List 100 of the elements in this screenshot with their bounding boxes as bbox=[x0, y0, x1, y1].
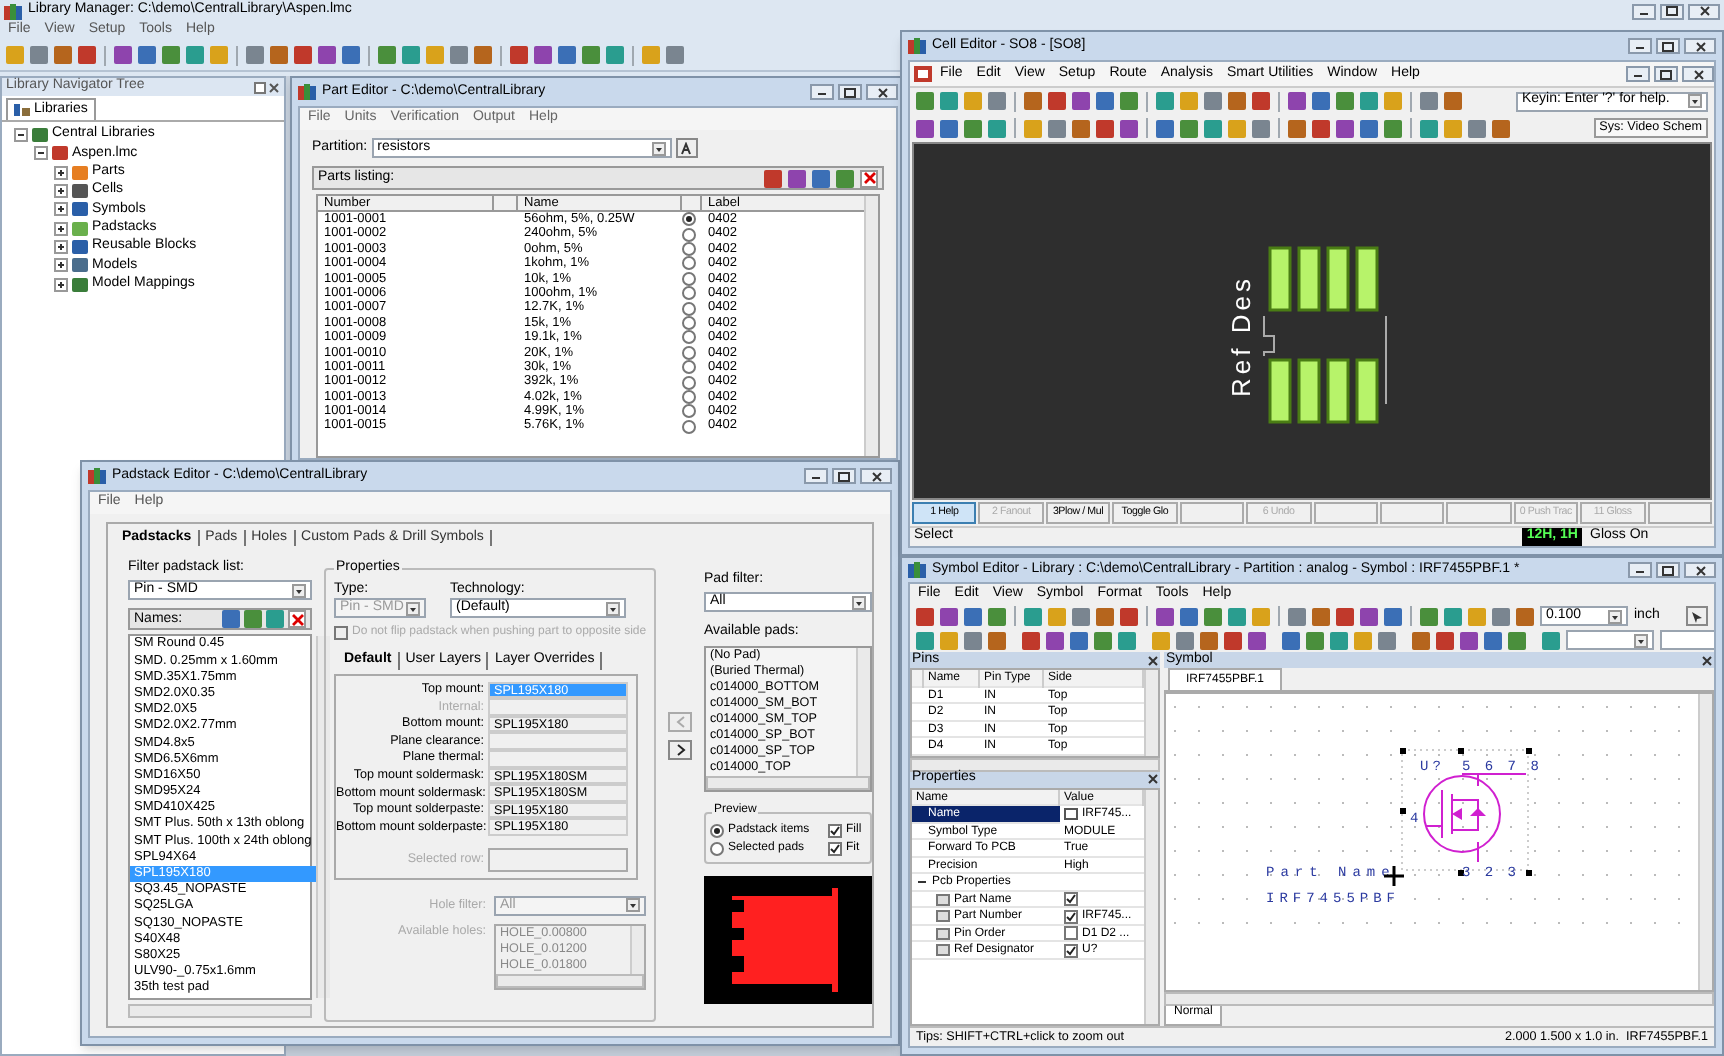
node-icon bbox=[72, 239, 88, 254]
minimize-button[interactable] bbox=[804, 468, 828, 484]
checkbox[interactable] bbox=[828, 842, 842, 857]
caret-icon bbox=[292, 583, 306, 598]
radio-button[interactable] bbox=[682, 241, 696, 256]
function-key[interactable] bbox=[1647, 502, 1712, 524]
radio-button[interactable] bbox=[682, 345, 696, 360]
close-button[interactable] bbox=[866, 84, 898, 100]
minimize-icon bbox=[810, 472, 822, 480]
close-button[interactable] bbox=[860, 468, 892, 484]
close-icon bbox=[1702, 655, 1712, 665]
node-icon bbox=[72, 165, 88, 180]
close-button[interactable] bbox=[1684, 562, 1716, 578]
minimize-icon bbox=[1638, 7, 1650, 15]
cross-icon bbox=[291, 613, 303, 626]
expand-icon[interactable] bbox=[54, 239, 68, 254]
pointer-icon bbox=[1690, 609, 1704, 623]
radio-button[interactable] bbox=[682, 301, 696, 316]
maximize-button[interactable] bbox=[832, 468, 856, 484]
radio-button[interactable] bbox=[710, 842, 724, 857]
maximize-button[interactable] bbox=[1660, 3, 1684, 19]
checkbox[interactable] bbox=[1064, 909, 1078, 924]
radio-button[interactable] bbox=[682, 389, 696, 404]
scrollbar[interactable] bbox=[1164, 992, 1714, 1006]
radio-button[interactable] bbox=[682, 271, 696, 286]
scrollbar[interactable] bbox=[630, 925, 644, 974]
scrollbar[interactable] bbox=[1144, 789, 1158, 1024]
radio-button[interactable] bbox=[682, 256, 696, 271]
collapse-icon[interactable] bbox=[14, 128, 28, 143]
scrollbar[interactable] bbox=[864, 196, 878, 456]
scrollbar[interactable] bbox=[856, 647, 870, 776]
expand-icon[interactable] bbox=[54, 277, 68, 292]
minimize-button[interactable] bbox=[1626, 66, 1650, 82]
minimize-icon bbox=[1634, 566, 1646, 574]
node-icon bbox=[52, 146, 68, 161]
partition-button[interactable] bbox=[675, 138, 698, 158]
collapse-icon[interactable] bbox=[34, 146, 48, 161]
letter-icon bbox=[679, 141, 694, 155]
collapse-icon[interactable] bbox=[916, 876, 928, 889]
close-icon bbox=[1699, 6, 1709, 16]
caret-icon bbox=[406, 601, 420, 616]
close-button[interactable] bbox=[1684, 38, 1716, 54]
scrollbar[interactable] bbox=[496, 973, 644, 988]
minimize-button[interactable] bbox=[1628, 38, 1652, 54]
delete-button[interactable] bbox=[860, 169, 878, 187]
radio-button[interactable] bbox=[682, 404, 696, 419]
minimize-icon bbox=[1634, 42, 1646, 50]
expand-icon[interactable] bbox=[54, 165, 68, 180]
radio-button[interactable] bbox=[682, 227, 696, 242]
caret-icon bbox=[606, 601, 620, 616]
radio-button[interactable] bbox=[682, 360, 696, 375]
checkbox[interactable] bbox=[1064, 926, 1078, 941]
close-button[interactable] bbox=[1682, 66, 1714, 82]
maximize-icon bbox=[838, 471, 850, 481]
close-button[interactable] bbox=[1688, 3, 1720, 19]
minimize-button[interactable] bbox=[1632, 3, 1656, 19]
maximize-button[interactable] bbox=[1656, 562, 1680, 578]
expand-icon[interactable] bbox=[54, 202, 68, 217]
scrollbar[interactable] bbox=[1144, 670, 1158, 755]
radio-button[interactable] bbox=[682, 375, 696, 389]
close-icon bbox=[1695, 565, 1705, 575]
node-icon bbox=[72, 221, 88, 236]
minimize-button[interactable] bbox=[1628, 562, 1652, 578]
function-key[interactable] bbox=[1179, 502, 1245, 524]
maximize-button[interactable] bbox=[838, 84, 862, 100]
radio-button[interactable] bbox=[682, 419, 696, 434]
scrollbar[interactable] bbox=[706, 775, 870, 790]
expand-icon[interactable] bbox=[54, 258, 68, 273]
radio-button[interactable] bbox=[682, 315, 696, 330]
cross-icon bbox=[863, 172, 875, 184]
checkbox[interactable] bbox=[828, 823, 842, 838]
move-right-button[interactable] bbox=[668, 740, 692, 760]
minimize-button[interactable] bbox=[810, 84, 834, 100]
radio-button[interactable] bbox=[682, 286, 696, 301]
chevron-left-icon bbox=[675, 716, 685, 728]
radio-button[interactable] bbox=[710, 823, 724, 838]
maximize-icon bbox=[1666, 6, 1678, 16]
scrollbar[interactable] bbox=[1698, 694, 1712, 990]
library-icon bbox=[14, 104, 30, 116]
minimize-icon bbox=[1632, 70, 1644, 78]
delete-button[interactable] bbox=[288, 610, 306, 629]
function-key[interactable] bbox=[1446, 502, 1512, 524]
function-key[interactable] bbox=[1313, 502, 1378, 524]
layer-field[interactable] bbox=[488, 732, 628, 750]
style-dropdown[interactable] bbox=[1566, 630, 1654, 650]
maximize-button[interactable] bbox=[1654, 66, 1678, 82]
node-icon bbox=[72, 202, 88, 217]
selected-row-field[interactable] bbox=[488, 847, 628, 872]
maximize-button[interactable] bbox=[1656, 38, 1680, 54]
checkbox[interactable] bbox=[1064, 943, 1078, 958]
radio-button[interactable] bbox=[682, 212, 696, 227]
snap-button[interactable] bbox=[1686, 606, 1708, 626]
minimize-icon bbox=[816, 88, 828, 96]
scrollbar[interactable] bbox=[128, 1003, 312, 1018]
radio-button[interactable] bbox=[682, 330, 696, 345]
function-key[interactable] bbox=[1379, 502, 1445, 524]
checkbox[interactable] bbox=[1064, 892, 1078, 907]
expand-icon[interactable] bbox=[54, 184, 68, 199]
caret-icon bbox=[1608, 609, 1622, 623]
expand-icon[interactable] bbox=[54, 221, 68, 236]
